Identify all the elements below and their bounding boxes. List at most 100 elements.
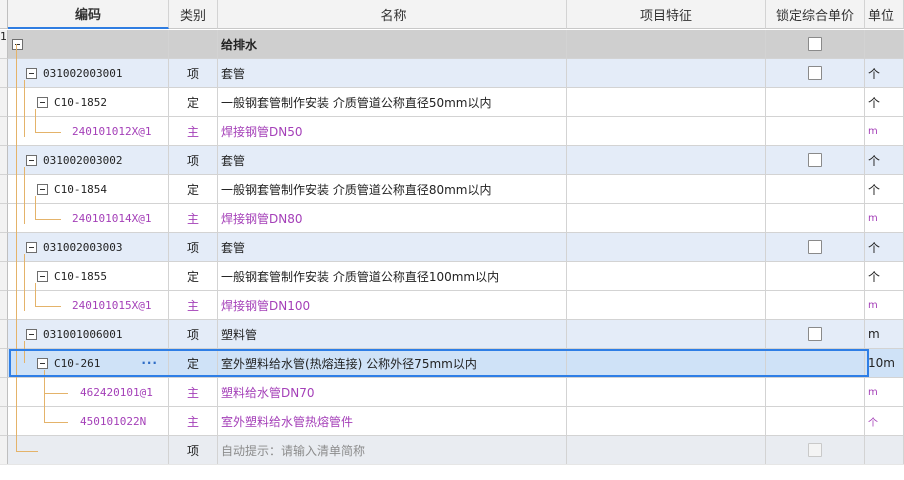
features-cell[interactable]	[567, 291, 766, 320]
table-row[interactable]: C10-1852 定 一般钢套管制作安装 介质管道公称直径50mm以内 个	[0, 88, 904, 117]
row-unit[interactable]: 个	[865, 59, 904, 88]
row-type[interactable]: 项	[169, 146, 218, 175]
code-cell[interactable]: C10-1854	[8, 175, 169, 204]
row-name[interactable]: 一般钢套管制作安装 介质管道公称直径50mm以内	[218, 88, 567, 117]
new-item-input[interactable]: 自动提示：请输入清单简称	[218, 436, 567, 465]
collapse-icon[interactable]	[37, 357, 48, 369]
table-row[interactable]: 240101014X@1 主 焊接钢管DN80 m	[0, 204, 904, 233]
row-unit[interactable]: m	[865, 204, 904, 233]
lock-cell[interactable]	[766, 117, 865, 146]
features-cell[interactable]	[567, 146, 766, 175]
row-type[interactable]: 项	[169, 233, 218, 262]
row-unit[interactable]: 个	[865, 146, 904, 175]
header-type[interactable]: 类别	[169, 0, 218, 29]
row-type[interactable]: 定	[169, 175, 218, 204]
row-type[interactable]: 主	[169, 378, 218, 407]
features-cell[interactable]	[567, 117, 766, 146]
features-cell[interactable]	[567, 204, 766, 233]
table-row[interactable]: 031002003002 项 套管 个	[0, 146, 904, 175]
row-type[interactable]: 主	[169, 117, 218, 146]
features-cell[interactable]	[567, 262, 766, 291]
features-cell[interactable]	[567, 59, 766, 88]
row-unit[interactable]: 个	[865, 233, 904, 262]
lock-cell[interactable]	[766, 233, 865, 262]
lock-cell[interactable]	[766, 320, 865, 349]
code-cell[interactable]: 031002003002	[8, 146, 169, 175]
row-unit[interactable]: 10m	[865, 349, 904, 378]
lock-cell[interactable]	[766, 59, 865, 88]
collapse-icon[interactable]	[37, 96, 48, 108]
code-cell[interactable]: C10-1852	[8, 88, 169, 117]
table-row[interactable]: C10-1855 定 一般钢套管制作安装 介质管道公称直径100mm以内 个	[0, 262, 904, 291]
row-name[interactable]: 焊接钢管DN100	[218, 291, 567, 320]
table-row[interactable]: 031002003001 项 套管 个	[0, 59, 904, 88]
lock-checkbox[interactable]	[808, 443, 822, 457]
row-unit[interactable]: m	[865, 378, 904, 407]
section-row[interactable]: 1 给排水	[0, 30, 904, 59]
features-cell[interactable]	[567, 378, 766, 407]
row-unit[interactable]: 个	[865, 407, 904, 436]
features-cell[interactable]	[567, 407, 766, 436]
code-cell[interactable]: 462420101@1	[8, 378, 169, 407]
row-name[interactable]: 室外塑料给水管热熔管件	[218, 407, 567, 436]
row-unit[interactable]: 个	[865, 262, 904, 291]
row-name[interactable]: 室外塑料给水管(热熔连接) 公称外径75mm以内	[218, 349, 567, 378]
header-unit[interactable]: 单位	[865, 0, 904, 29]
unit-cell[interactable]	[865, 436, 904, 465]
row-type[interactable]: 项	[169, 320, 218, 349]
lock-cell[interactable]	[766, 30, 865, 59]
collapse-icon[interactable]	[26, 67, 37, 79]
features-cell[interactable]	[567, 175, 766, 204]
table-row-selected[interactable]: C10-261 ··· 定 室外塑料给水管(热熔连接) 公称外径75mm以内 1…	[0, 349, 904, 378]
code-cell[interactable]: 240101014X@1	[8, 204, 169, 233]
table-row[interactable]: 240101012X@1 主 焊接钢管DN50 m	[0, 117, 904, 146]
lock-checkbox[interactable]	[808, 37, 822, 51]
row-name[interactable]: 套管	[218, 146, 567, 175]
lock-checkbox[interactable]	[808, 327, 822, 341]
collapse-icon[interactable]	[37, 183, 48, 195]
code-cell[interactable]: 031001006001	[8, 320, 169, 349]
features-cell[interactable]	[567, 30, 766, 59]
type-cell[interactable]	[169, 30, 218, 59]
table-row[interactable]: 031002003003 项 套管 个	[0, 233, 904, 262]
row-name[interactable]: 塑料给水管DN70	[218, 378, 567, 407]
row-unit[interactable]: m	[865, 291, 904, 320]
section-name[interactable]: 给排水	[218, 30, 567, 59]
row-type[interactable]: 定	[169, 88, 218, 117]
row-type[interactable]: 主	[169, 407, 218, 436]
header-code[interactable]: 编码	[8, 0, 169, 29]
lock-checkbox[interactable]	[808, 153, 822, 167]
lock-cell[interactable]	[766, 204, 865, 233]
code-cell[interactable]: 031002003001	[8, 59, 169, 88]
collapse-icon[interactable]	[26, 154, 37, 166]
lock-cell[interactable]	[766, 436, 865, 465]
code-cell[interactable]: C10-261 ···	[8, 349, 169, 378]
row-name[interactable]: 一般钢套管制作安装 介质管道公称直径100mm以内	[218, 262, 567, 291]
more-options-button[interactable]: ···	[141, 356, 158, 370]
features-cell[interactable]	[567, 88, 766, 117]
code-cell[interactable]	[8, 30, 169, 59]
table-row[interactable]: 031001006001 项 塑料管 m	[0, 320, 904, 349]
table-row[interactable]: 450101022N 主 室外塑料给水管热熔管件 个	[0, 407, 904, 436]
code-cell[interactable]: C10-1855	[8, 262, 169, 291]
row-unit[interactable]: m	[865, 320, 904, 349]
lock-cell[interactable]	[766, 407, 865, 436]
code-cell[interactable]: 240101015X@1	[8, 291, 169, 320]
features-cell[interactable]	[567, 320, 766, 349]
code-cell[interactable]: 240101012X@1	[8, 117, 169, 146]
row-type[interactable]: 定	[169, 349, 218, 378]
unit-cell[interactable]	[865, 30, 904, 59]
row-name[interactable]: 套管	[218, 59, 567, 88]
row-name[interactable]: 焊接钢管DN80	[218, 204, 567, 233]
row-unit[interactable]: 个	[865, 175, 904, 204]
row-unit[interactable]: 个	[865, 88, 904, 117]
collapse-icon[interactable]	[26, 328, 37, 340]
lock-cell[interactable]	[766, 291, 865, 320]
lock-cell[interactable]	[766, 175, 865, 204]
header-name[interactable]: 名称	[218, 0, 567, 29]
collapse-icon[interactable]	[37, 270, 48, 282]
lock-cell[interactable]	[766, 146, 865, 175]
table-row[interactable]: C10-1854 定 一般钢套管制作安装 介质管道公称直径80mm以内 个	[0, 175, 904, 204]
lock-checkbox[interactable]	[808, 66, 822, 80]
row-type[interactable]: 主	[169, 291, 218, 320]
